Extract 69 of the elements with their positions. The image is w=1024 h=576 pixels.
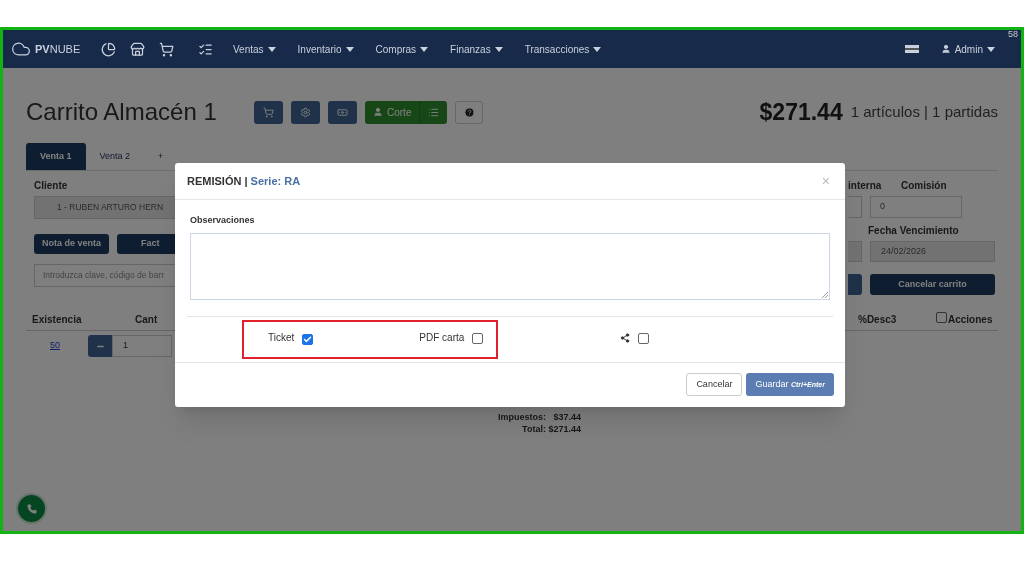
phone-icon — [26, 503, 37, 514]
banknote-icon — [337, 106, 348, 118]
caret-icon — [987, 46, 995, 52]
settings-icon — [300, 106, 311, 118]
caret-icon — [494, 46, 503, 52]
cancel-cart-button[interactable]: Cancelar carrito — [870, 274, 995, 295]
nav-menu[interactable]: Inventario — [297, 41, 354, 57]
help-button[interactable] — [455, 100, 484, 124]
cancel-button[interactable]: Cancelar — [686, 373, 743, 396]
page-title: Carrito Almacén 1 — [26, 97, 218, 127]
cart-summary: 1 artículos | 1 partidas — [850, 101, 998, 122]
option-label: PDF carta — [419, 331, 465, 345]
list-icon — [428, 106, 440, 118]
caret-icon — [267, 46, 276, 52]
store-icon[interactable] — [130, 41, 145, 57]
user-menu[interactable]: Admin — [940, 41, 995, 57]
taxes-total: Impuestos: $37.44 — [497, 411, 581, 423]
stock-link[interactable]: 50 — [50, 339, 88, 353]
field-label: interna — [848, 179, 883, 193]
nav-menu[interactable]: Finanzas — [450, 41, 503, 57]
checkbox[interactable] — [302, 334, 314, 345]
column-header: Existencia — [32, 313, 83, 327]
field-label: Comisión — [901, 179, 947, 193]
cart-icon[interactable] — [159, 41, 174, 57]
nav-menu[interactable]: Ventas — [233, 41, 276, 57]
nav-menu[interactable]: Transacciones — [524, 41, 602, 57]
cart-button[interactable] — [254, 100, 283, 124]
checkbox[interactable] — [472, 333, 484, 344]
sale-tab[interactable]: Venta 2 — [85, 143, 145, 170]
sale-tab[interactable]: + — [144, 143, 178, 170]
resize-handle-icon — [822, 291, 828, 298]
caret-icon — [345, 46, 354, 52]
caret-icon — [420, 46, 429, 52]
column-header: Acciones — [948, 313, 994, 327]
observations-field[interactable] — [190, 232, 830, 300]
brand-name: PVNUBE — [35, 41, 81, 57]
sale-tab[interactable]: Venta 1 — [26, 143, 86, 170]
column-header: Cant — [135, 313, 158, 327]
check-icon — [303, 335, 313, 344]
corte-button[interactable]: Corte — [365, 100, 420, 124]
text-field[interactable] — [848, 196, 862, 218]
cart-total: $271.44 — [759, 97, 843, 127]
field-label: Fecha Vencimiento — [868, 224, 960, 238]
checklist-icon[interactable] — [198, 41, 213, 57]
share-icon — [620, 332, 631, 343]
user-icon — [940, 44, 951, 54]
commission-field[interactable]: 0 — [870, 196, 962, 218]
quantity-field[interactable]: 1 — [112, 335, 172, 357]
help-icon — [463, 106, 475, 118]
checkbox[interactable] — [936, 312, 947, 323]
due-date-field[interactable]: 24/02/2026 — [870, 241, 995, 262]
user-icon — [373, 107, 383, 117]
caret-icon — [593, 46, 602, 52]
cash-button[interactable] — [328, 100, 357, 124]
grand-total: Total: $271.44 — [522, 423, 581, 435]
flag-icon[interactable] — [904, 45, 919, 53]
sales-note-button[interactable]: Nota de venta — [34, 234, 109, 254]
phone-button[interactable] — [16, 493, 47, 524]
invoice-button[interactable]: Fact — [117, 234, 177, 254]
column-header: %Desc3 — [858, 313, 898, 327]
text-field[interactable] — [848, 241, 862, 262]
cart-icon — [263, 106, 274, 118]
pie-chart-icon[interactable] — [101, 41, 116, 57]
nav-menu[interactable]: Compras — [375, 41, 429, 57]
settings-button[interactable] — [291, 100, 320, 124]
checkbox[interactable] — [638, 333, 650, 344]
option-label: Ticket — [268, 331, 295, 345]
dialog-title: REMISIÓN | Serie: RA — [187, 173, 301, 189]
corner-number: 58 — [1008, 28, 1018, 41]
